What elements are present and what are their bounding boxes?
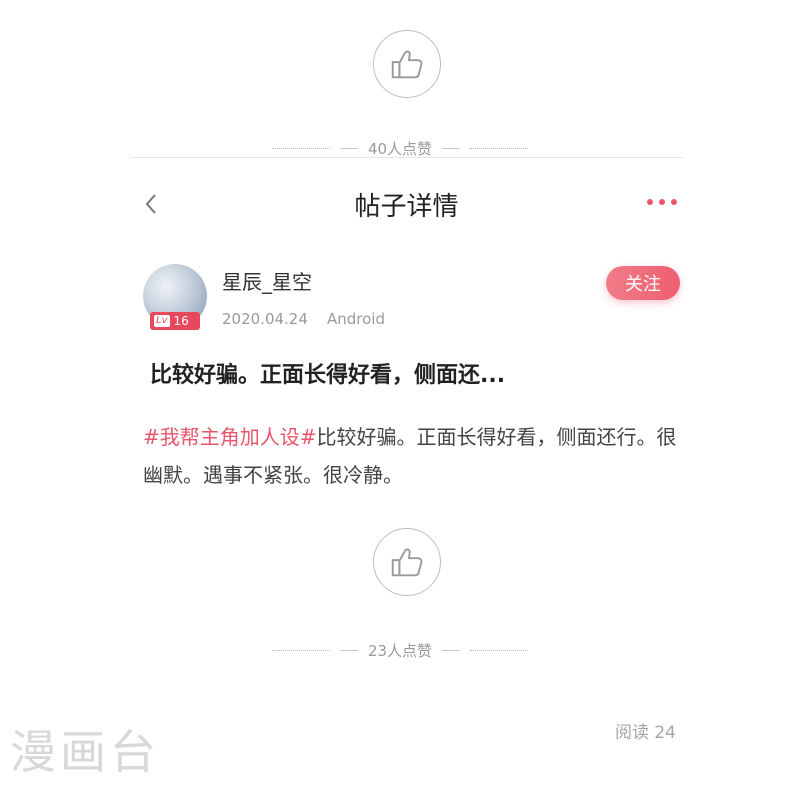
bottom-like-count: 23人点赞: [367, 641, 433, 660]
level-badge: Lv 16: [150, 312, 200, 330]
thumbs-up-icon: [391, 50, 423, 79]
topic-tag[interactable]: #我帮主角加人设#: [143, 425, 317, 449]
thumbs-up-icon: [391, 548, 423, 577]
bottom-like-button[interactable]: [373, 528, 441, 596]
top-like-button[interactable]: [373, 30, 441, 98]
bottom-like-count-row: 23人点赞: [0, 640, 800, 660]
post-body: #我帮主角加人设#比较好骗。正面长得好看，侧面还行。很幽默。遇事不紧张。很冷静。: [143, 418, 683, 494]
follow-button[interactable]: 关注: [606, 266, 680, 300]
top-like-count: 40人点赞: [367, 139, 433, 158]
page-title: 帖子详情: [354, 192, 459, 222]
post-date: 2020.04.24: [222, 310, 308, 328]
username[interactable]: 星辰_星空: [222, 266, 312, 295]
read-count: 阅读 24: [614, 723, 676, 743]
post-title: 比较好骗。正面长得好看，侧面还...: [150, 363, 506, 388]
top-like-count-row: 40人点赞: [0, 138, 800, 158]
post-device: Android: [327, 310, 385, 328]
divider: [130, 157, 683, 158]
post-header: 帖子详情: [130, 178, 683, 228]
more-dots-icon[interactable]: [647, 192, 677, 212]
watermark: 漫画台: [10, 725, 160, 779]
level-number: 16: [173, 314, 189, 328]
